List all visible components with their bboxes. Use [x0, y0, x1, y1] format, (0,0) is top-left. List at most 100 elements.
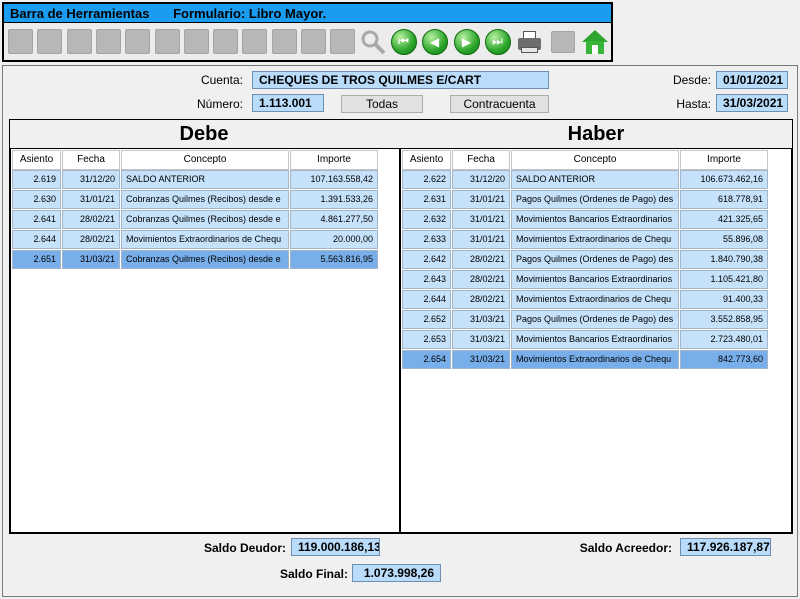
toolbar-save-button[interactable] — [35, 27, 64, 56]
first-record-button[interactable]: ⏮ — [389, 27, 418, 56]
debe-cell-importe[interactable]: 20.000,00 — [290, 230, 378, 249]
toolbar-list-button[interactable] — [270, 27, 299, 56]
debe-cell-asiento[interactable]: 2.651 — [12, 250, 61, 269]
haber-cell-fecha[interactable]: 31/12/20 — [452, 170, 510, 189]
toolbar-search-button[interactable] — [328, 27, 357, 56]
debe-cell-concepto[interactable]: SALDO ANTERIOR — [121, 170, 289, 189]
debe-cell-importe[interactable]: 1.391.533,26 — [290, 190, 378, 209]
haber-cell-concepto[interactable]: Pagos Quilmes (Ordenes de Pago) des — [511, 310, 679, 329]
debe-cell-asiento[interactable]: 2.644 — [12, 230, 61, 249]
debe-cell-fecha[interactable]: 31/12/20 — [62, 170, 120, 189]
haber-table-row[interactable]: 2.644 28/02/21 Movimientos Extraordinarios… — [402, 290, 769, 310]
debe-cell-concepto[interactable]: Cobranzas Quilmes (Recibos) desde e — [121, 190, 289, 209]
haber-col-importe[interactable]: Importe — [680, 150, 768, 170]
toolbar-edit-button[interactable] — [94, 27, 123, 56]
haber-table-row[interactable]: 2.633 31/01/21 Movimientos Extraordinarios… — [402, 230, 769, 250]
numero-field[interactable]: 1.113.001 — [252, 94, 324, 112]
search-icon[interactable] — [358, 27, 387, 56]
haber-cell-fecha[interactable]: 31/03/21 — [452, 350, 510, 369]
haber-cell-fecha[interactable]: 31/01/21 — [452, 190, 510, 209]
haber-cell-asiento[interactable]: 2.644 — [402, 290, 451, 309]
haber-cell-concepto[interactable]: Movimientos Bancarios Extraordinarios — [511, 270, 679, 289]
haber-cell-importe[interactable]: 91.400,33 — [680, 290, 768, 309]
haber-table-row[interactable]: 2.631 31/01/21 Pagos Quilmes (Ordenes de P… — [402, 190, 769, 210]
debe-cell-concepto[interactable]: Cobranzas Quilmes (Recibos) desde e — [121, 250, 289, 269]
last-record-button[interactable]: ⏭ — [483, 27, 512, 56]
haber-cell-concepto[interactable]: Movimientos Bancarios Extraordinarios — [511, 210, 679, 229]
haber-cell-importe[interactable]: 106.673.462,16 — [680, 170, 768, 189]
toolbar-undo-button[interactable] — [153, 27, 182, 56]
haber-cell-concepto[interactable]: Movimientos Bancarios Extraordinarios — [511, 330, 679, 349]
toolbar-insert-button[interactable] — [240, 27, 269, 56]
haber-cell-importe[interactable]: 3.552.858,95 — [680, 310, 768, 329]
haber-cell-asiento[interactable]: 2.642 — [402, 250, 451, 269]
haber-table-row[interactable]: 2.654 31/03/21 Movimientos Extraordinarios… — [402, 350, 769, 370]
desde-field[interactable]: 01/01/2021 — [716, 71, 788, 89]
toolbar-table-button[interactable] — [299, 27, 328, 56]
haber-cell-concepto[interactable]: Pagos Quilmes (Ordenes de Pago) des — [511, 250, 679, 269]
debe-col-importe[interactable]: Importe — [290, 150, 378, 170]
haber-col-concepto[interactable]: Concepto — [511, 150, 679, 170]
haber-cell-fecha[interactable]: 31/03/21 — [452, 310, 510, 329]
debe-col-asiento[interactable]: Asiento — [12, 150, 61, 170]
haber-cell-importe[interactable]: 842.773,60 — [680, 350, 768, 369]
debe-table-row[interactable]: 2.641 28/02/21 Cobranzas Quilmes (Recibos)… — [12, 210, 379, 230]
haber-cell-concepto[interactable]: Movimientos Extraordinarios de Chequ — [511, 230, 679, 249]
debe-table-row[interactable]: 2.630 31/01/21 Cobranzas Quilmes (Recibos)… — [12, 190, 379, 210]
haber-cell-asiento[interactable]: 2.652 — [402, 310, 451, 329]
haber-cell-concepto[interactable]: Movimientos Extraordinarios de Chequ — [511, 290, 679, 309]
haber-cell-importe[interactable]: 2.723.480,01 — [680, 330, 768, 349]
gray-disabled-button[interactable] — [548, 27, 577, 56]
contracuenta-button[interactable]: Contracuenta — [450, 95, 549, 113]
haber-cell-importe[interactable]: 55.896,08 — [680, 230, 768, 249]
toolbar-save-as-button[interactable] — [65, 27, 94, 56]
haber-col-fecha[interactable]: Fecha — [452, 150, 510, 170]
print-button[interactable] — [515, 27, 544, 56]
debe-cell-asiento[interactable]: 2.630 — [12, 190, 61, 209]
todas-button[interactable]: Todas — [341, 95, 423, 113]
haber-cell-asiento[interactable]: 2.654 — [402, 350, 451, 369]
haber-cell-concepto[interactable]: Pagos Quilmes (Ordenes de Pago) des — [511, 190, 679, 209]
debe-cell-concepto[interactable]: Cobranzas Quilmes (Recibos) desde e — [121, 210, 289, 229]
haber-cell-importe[interactable]: 1.105.421,80 — [680, 270, 768, 289]
haber-cell-asiento[interactable]: 2.631 — [402, 190, 451, 209]
haber-cell-importe[interactable]: 421.325,65 — [680, 210, 768, 229]
haber-cell-fecha[interactable]: 28/02/21 — [452, 290, 510, 309]
debe-cell-asiento[interactable]: 2.619 — [12, 170, 61, 189]
haber-cell-fecha[interactable]: 28/02/21 — [452, 250, 510, 269]
haber-cell-importe[interactable]: 618.778,91 — [680, 190, 768, 209]
hasta-field[interactable]: 31/03/2021 — [716, 94, 788, 112]
debe-cell-fecha[interactable]: 31/01/21 — [62, 190, 120, 209]
haber-cell-fecha[interactable]: 28/02/21 — [452, 270, 510, 289]
debe-cell-importe[interactable]: 107.163.558,42 — [290, 170, 378, 189]
debe-cell-asiento[interactable]: 2.641 — [12, 210, 61, 229]
haber-table-row[interactable]: 2.642 28/02/21 Pagos Quilmes (Ordenes de P… — [402, 250, 769, 270]
debe-cell-importe[interactable]: 4.861.277,50 — [290, 210, 378, 229]
haber-cell-concepto[interactable]: SALDO ANTERIOR — [511, 170, 679, 189]
toolbar-delete-button[interactable] — [123, 27, 152, 56]
haber-cell-fecha[interactable]: 31/01/21 — [452, 210, 510, 229]
haber-table-row[interactable]: 2.653 31/03/21 Movimientos Bancarios Extra… — [402, 330, 769, 350]
haber-cell-fecha[interactable]: 31/01/21 — [452, 230, 510, 249]
debe-table-row[interactable]: 2.619 31/12/20 SALDO ANTERIOR 107.163.558,4… — [12, 170, 379, 190]
debe-cell-fecha[interactable]: 31/03/21 — [62, 250, 120, 269]
haber-cell-importe[interactable]: 1.840.790,38 — [680, 250, 768, 269]
previous-record-button[interactable]: ◀ — [420, 27, 449, 56]
haber-cell-asiento[interactable]: 2.622 — [402, 170, 451, 189]
debe-cell-fecha[interactable]: 28/02/21 — [62, 210, 120, 229]
haber-cell-asiento[interactable]: 2.643 — [402, 270, 451, 289]
toolbar-redo-button[interactable] — [182, 27, 211, 56]
haber-table-row[interactable]: 2.622 31/12/20 SALDO ANTERIOR 106.673.462,1… — [402, 170, 769, 190]
haber-table-row[interactable]: 2.632 31/01/21 Movimientos Bancarios Extra… — [402, 210, 769, 230]
next-record-button[interactable]: ▶ — [452, 27, 481, 56]
haber-cell-asiento[interactable]: 2.653 — [402, 330, 451, 349]
debe-col-fecha[interactable]: Fecha — [62, 150, 120, 170]
debe-table-row[interactable]: 2.651 31/03/21 Cobranzas Quilmes (Recibos)… — [12, 250, 379, 270]
haber-cell-asiento[interactable]: 2.632 — [402, 210, 451, 229]
debe-cell-concepto[interactable]: Movimientos Extraordinarios de Chequ — [121, 230, 289, 249]
debe-cell-importe[interactable]: 5.563.816,95 — [290, 250, 378, 269]
haber-cell-asiento[interactable]: 2.633 — [402, 230, 451, 249]
haber-col-asiento[interactable]: Asiento — [402, 150, 451, 170]
home-button[interactable] — [580, 27, 609, 56]
haber-table-row[interactable]: 2.643 28/02/21 Movimientos Bancarios Extra… — [402, 270, 769, 290]
